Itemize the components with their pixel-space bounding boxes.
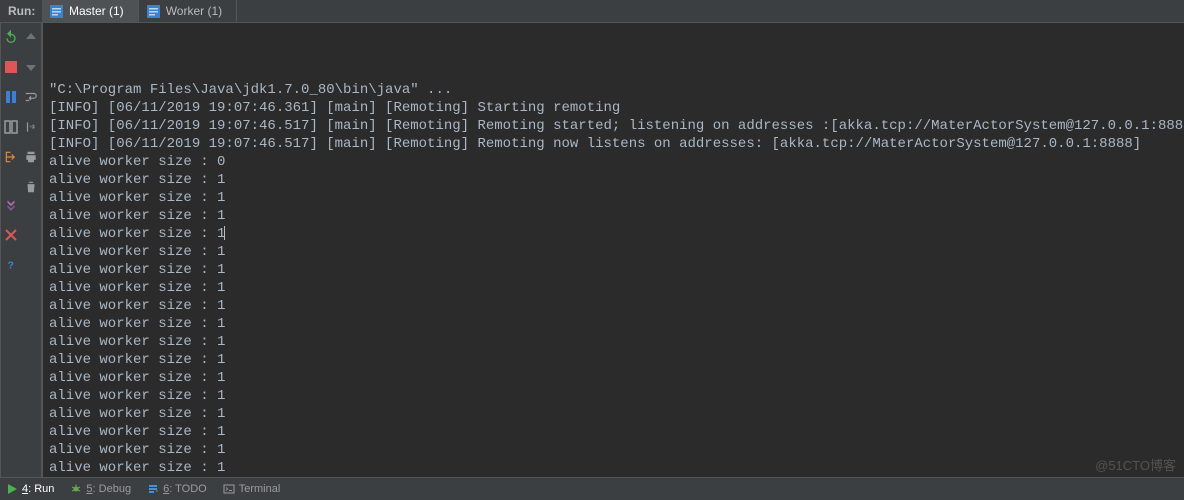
layout-button[interactable] — [1, 117, 21, 137]
favorites-stripe[interactable]: 2: Favorites — [0, 23, 1, 477]
run-tool-column-2 — [21, 23, 42, 477]
run-config-icon — [50, 5, 63, 18]
console-line: alive worker size : 1 — [49, 171, 1184, 189]
console-line: [INFO] [06/11/2019 19:07:46.361] [main] … — [49, 99, 1184, 117]
console-panel: "C:\Program Files\Java\jdk1.7.0_80\bin\j… — [42, 23, 1184, 477]
scroll-end-button[interactable] — [21, 117, 41, 137]
run-tool-column-1: ? — [1, 23, 21, 477]
console-line: "C:\Program Files\Java\jdk1.7.0_80\bin\j… — [49, 81, 1184, 99]
console-line: alive worker size : 1 — [49, 369, 1184, 387]
console-line: alive worker size : 1 — [49, 279, 1184, 297]
rerun-button[interactable] — [1, 27, 21, 47]
console-line: alive worker size : 1 — [49, 261, 1184, 279]
clear-button[interactable] — [21, 177, 41, 197]
stop-button[interactable] — [1, 57, 21, 77]
run-config-icon — [147, 5, 160, 18]
tab-worker[interactable]: Worker (1) — [139, 0, 237, 22]
print-button[interactable] — [21, 147, 41, 167]
soft-wrap-button[interactable] — [21, 87, 41, 107]
exit-button[interactable] — [1, 147, 21, 167]
favorites-label: 2: Favorites — [0, 397, 2, 454]
console-line: [INFO] [06/11/2019 19:07:46.517] [main] … — [49, 117, 1184, 135]
up-button[interactable] — [21, 27, 41, 47]
console-line: alive worker size : 1 — [49, 459, 1184, 477]
terminal-icon — [223, 483, 235, 495]
console-output[interactable]: "C:\Program Files\Java\jdk1.7.0_80\bin\j… — [43, 23, 1184, 477]
statusbar-todo[interactable]: 6: TODO — [147, 483, 207, 495]
down-button[interactable] — [21, 57, 41, 77]
panel-title: Run: — [4, 0, 42, 22]
close-button[interactable] — [1, 225, 21, 245]
statusbar-run[interactable]: 4: Run — [6, 483, 54, 495]
statusbar-terminal[interactable]: Terminal — [223, 483, 281, 495]
console-line: alive worker size : 1 — [49, 189, 1184, 207]
console-line: alive worker size : 1 — [49, 297, 1184, 315]
bug-icon — [70, 483, 82, 495]
statusbar-debug[interactable]: 5: Debug — [70, 483, 131, 495]
tab-master[interactable]: Master (1) — [42, 0, 139, 22]
tab-label: Master (1) — [69, 4, 124, 18]
console-line: alive worker size : 1 — [49, 207, 1184, 225]
star-icon — [0, 458, 2, 469]
console-line: alive worker size : 0 — [49, 153, 1184, 171]
tab-label: Worker (1) — [166, 4, 222, 18]
svg-text:?: ? — [8, 260, 14, 272]
help-button[interactable]: ? — [1, 255, 21, 275]
console-line: [INFO] [06/11/2019 19:07:46.517] [main] … — [49, 135, 1184, 153]
console-line: alive worker size : 1 — [49, 243, 1184, 261]
bottom-tool-bar: 4: Run 5: Debug 6: TODO Terminal — [0, 477, 1184, 500]
console-line: alive worker size : 1 — [49, 387, 1184, 405]
todo-icon — [147, 483, 159, 495]
play-icon — [6, 483, 18, 495]
console-line: alive worker size : 1 — [49, 351, 1184, 369]
dump-threads-button[interactable] — [1, 195, 21, 215]
run-tab-bar: Run: Master (1) Wor — [0, 0, 1184, 23]
pause-button[interactable] — [1, 87, 21, 107]
console-line: alive worker size : 1 — [49, 315, 1184, 333]
console-line: alive worker size : 1 — [49, 333, 1184, 351]
console-line: alive worker size : 1 — [49, 423, 1184, 441]
console-line: alive worker size : 1 — [49, 405, 1184, 423]
console-line: alive worker size : 1 — [49, 225, 1184, 243]
console-line: alive worker size : 1 — [49, 441, 1184, 459]
